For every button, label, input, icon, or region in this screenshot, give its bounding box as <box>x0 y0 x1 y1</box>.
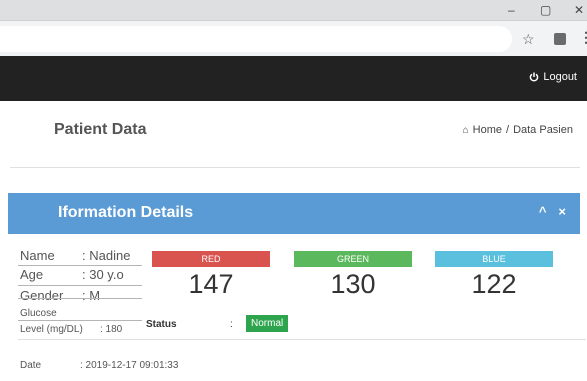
blue-value: 122 <box>471 269 517 299</box>
close-icon[interactable]: × <box>558 204 566 219</box>
patient-age-value: : 30 y.o <box>82 267 124 282</box>
minimize-icon[interactable]: – <box>508 1 515 19</box>
row-divider <box>18 298 142 299</box>
home-icon: ⌂ <box>462 124 469 136</box>
bookmark-star-icon[interactable]: ☆ <box>522 31 535 48</box>
status-colon: : <box>230 319 233 330</box>
row-divider <box>18 285 142 286</box>
panel-title: Iformation Details <box>58 204 194 221</box>
date-value: : 2019-12-17 09:01:33 <box>80 360 179 371</box>
browser-menu-icon[interactable]: ⋮ <box>579 29 587 46</box>
row-divider <box>18 265 142 266</box>
red-value: 147 <box>188 269 234 299</box>
blue-reading: BLUE 122 <box>435 251 553 300</box>
green-value: 130 <box>330 269 376 299</box>
green-reading: GREEN 130 <box>294 251 412 300</box>
logout-label: Logout <box>543 71 577 83</box>
red-reading: RED 147 <box>152 251 270 300</box>
patient-gender-value: : M <box>82 288 101 303</box>
logout-button[interactable]: Logout <box>529 71 577 83</box>
browser-titlebar: – ▢ ✕ <box>0 0 587 20</box>
row-divider <box>18 320 142 321</box>
breadcrumb-current: Data Pasien <box>513 124 573 136</box>
row-divider <box>18 339 586 340</box>
breadcrumb-separator: / <box>506 124 510 136</box>
blue-label: BLUE <box>435 251 553 267</box>
page-title: Patient Data <box>54 121 147 138</box>
status-badge: Normal <box>246 315 289 332</box>
breadcrumb: ⌂ Home / Data Pasien <box>463 124 573 136</box>
patient-name-label: Name <box>20 248 55 263</box>
extension-icon[interactable] <box>554 33 566 45</box>
address-bar: ☆ ⋮ <box>0 20 587 57</box>
patient-gender-label: Gender <box>20 288 64 303</box>
green-label: GREEN <box>294 251 412 267</box>
close-window-icon[interactable]: ✕ <box>574 1 584 19</box>
breadcrumb-home[interactable]: Home <box>473 124 502 136</box>
top-navbar: Logout <box>0 56 587 101</box>
divider <box>10 167 580 168</box>
power-icon <box>530 72 539 82</box>
collapse-icon[interactable]: ^ <box>539 204 547 219</box>
red-label: RED <box>152 251 270 267</box>
glucose-value: : 180 <box>100 324 123 335</box>
glucose-level-label: Level (mg/DL) <box>20 324 83 335</box>
maximize-icon[interactable]: ▢ <box>540 1 551 19</box>
panel-tools: ^ × <box>539 204 566 219</box>
panel-header: Iformation Details ^ × <box>8 193 580 234</box>
patient-age-label: Age <box>20 267 44 282</box>
status-label: Status <box>146 319 177 330</box>
glucose-label: Glucose <box>20 308 57 319</box>
date-label: Date <box>20 360 42 371</box>
url-input[interactable] <box>0 26 512 52</box>
patient-name-value: : Nadine <box>82 248 131 263</box>
